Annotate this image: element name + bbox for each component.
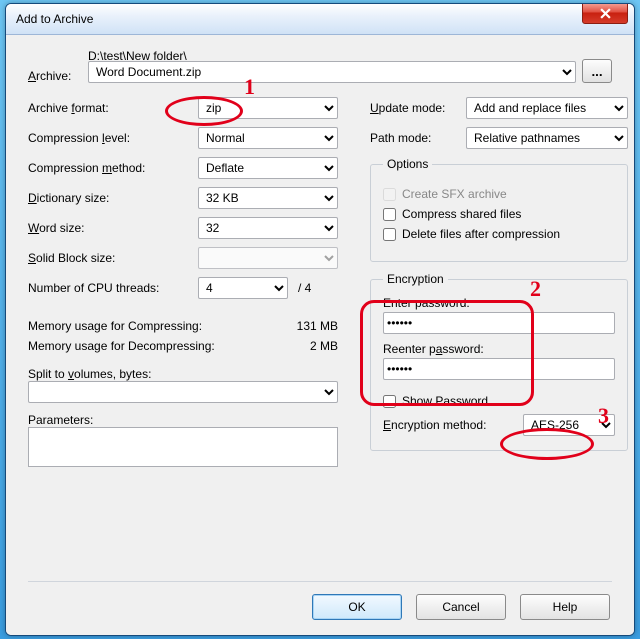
mem-decomp-label: Memory usage for Decompressing:	[28, 339, 215, 353]
window-title: Add to Archive	[16, 12, 582, 26]
options-legend: Options	[383, 157, 432, 171]
word-label: Word size:	[28, 221, 198, 235]
browse-button[interactable]: ...	[582, 59, 612, 83]
button-row: OK Cancel Help	[312, 594, 610, 620]
sfx-checkbox	[383, 188, 396, 201]
method-select[interactable]: Deflate	[198, 157, 338, 179]
dict-select[interactable]: 32 KB	[198, 187, 338, 209]
delete-checkbox[interactable]	[383, 228, 396, 241]
enter-password-input[interactable]	[383, 312, 615, 334]
mem-decomp-value: 2 MB	[310, 339, 338, 353]
update-select[interactable]: Add and replace files	[466, 97, 628, 119]
options-group: Options Create SFX archive Compress shar…	[370, 157, 628, 262]
level-label: Compression level:	[28, 131, 198, 145]
titlebar: Add to Archive	[6, 4, 634, 35]
word-select[interactable]: 32	[198, 217, 338, 239]
split-label: Split to volumes, bytes:	[28, 367, 338, 381]
cpu-label: Number of CPU threads:	[28, 281, 198, 295]
pathmode-label: Path mode:	[370, 131, 466, 145]
archive-label: Archive:	[28, 69, 71, 83]
reenter-password-input[interactable]	[383, 358, 615, 380]
show-password-checkbox[interactable]	[383, 395, 396, 408]
dict-label: Dictionary size:	[28, 191, 198, 205]
method-label: Compression method:	[28, 161, 198, 175]
params-input[interactable]	[28, 427, 338, 467]
encryption-method-select[interactable]: AES-256	[523, 414, 615, 436]
mem-comp-label: Memory usage for Compressing:	[28, 319, 202, 333]
level-select[interactable]: Normal	[198, 127, 338, 149]
encryption-legend: Encryption	[383, 272, 448, 286]
ok-button[interactable]: OK	[312, 594, 402, 620]
params-label: Parameters:	[28, 413, 338, 427]
reenter-password-label: Reenter password:	[383, 342, 615, 356]
dialog-window: Add to Archive Archive: D:\test\New fold…	[5, 3, 635, 636]
delete-checkbox-row[interactable]: Delete files after compression	[383, 227, 615, 241]
shared-checkbox[interactable]	[383, 208, 396, 221]
sfx-checkbox-row: Create SFX archive	[383, 187, 615, 201]
format-select[interactable]: zip	[198, 97, 338, 119]
cpu-total: / 4	[298, 281, 311, 295]
solid-select	[198, 247, 338, 269]
close-icon	[600, 8, 611, 19]
right-column: Update mode: Add and replace files Path …	[370, 97, 628, 470]
format-label: Archive format:	[28, 101, 198, 115]
help-button[interactable]: Help	[520, 594, 610, 620]
dialog-body: Archive: D:\test\New folder\ Word Docume…	[6, 35, 634, 636]
encryption-method-label: Encryption method:	[383, 418, 513, 432]
mem-comp-value: 131 MB	[297, 319, 338, 333]
split-select[interactable]	[28, 381, 338, 403]
archive-filename-select[interactable]: Word Document.zip	[88, 61, 576, 83]
update-label: Update mode:	[370, 101, 466, 115]
close-button[interactable]	[582, 3, 628, 24]
left-column: Archive format: zip Compression level: N…	[28, 97, 338, 470]
cancel-button[interactable]: Cancel	[416, 594, 506, 620]
encryption-group: Encryption Enter password: Reenter passw…	[370, 272, 628, 451]
enter-password-label: Enter password:	[383, 296, 615, 310]
separator	[28, 581, 612, 582]
cpu-select[interactable]: 4	[198, 277, 288, 299]
pathmode-select[interactable]: Relative pathnames	[466, 127, 628, 149]
shared-checkbox-row[interactable]: Compress shared files	[383, 207, 615, 221]
solid-label: Solid Block size:	[28, 251, 198, 265]
show-password-row[interactable]: Show Password	[383, 394, 615, 408]
